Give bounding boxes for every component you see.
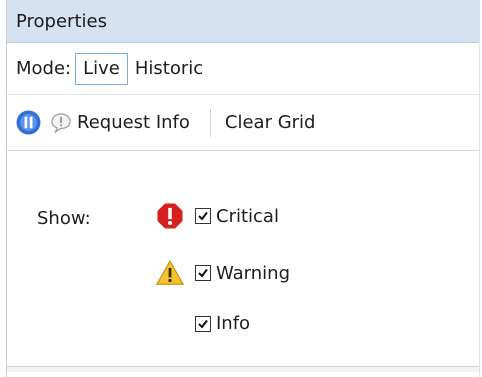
mode-label: Mode:	[16, 58, 72, 79]
clear-grid-button[interactable]: Clear Grid	[225, 112, 316, 133]
warning-checkbox[interactable]	[195, 265, 211, 281]
panel-title: Properties	[16, 10, 107, 32]
critical-label: Critical	[216, 205, 279, 227]
filter-critical-row: Critical	[155, 201, 279, 231]
error-icon	[157, 203, 183, 229]
toolbar: Request Info Clear Grid	[7, 95, 479, 151]
checkmark-icon	[198, 211, 208, 221]
panel-bottom-border	[7, 366, 479, 372]
critical-checkbox[interactable]	[195, 208, 211, 224]
request-info-icon	[51, 112, 71, 134]
filter-area: Show: Critical Warning Info	[7, 151, 479, 372]
mode-live-button[interactable]: Live	[75, 52, 128, 85]
info-checkbox[interactable]	[195, 315, 211, 332]
pause-icon[interactable]	[16, 110, 41, 135]
show-label: Show:	[37, 208, 91, 229]
mode-selector: Mode: Live Historic	[7, 43, 479, 95]
checkmark-icon	[198, 319, 208, 329]
panel-title-bar: Properties	[7, 0, 479, 43]
mode-historic-button[interactable]: Historic	[128, 54, 210, 84]
toolbar-separator	[209, 108, 211, 137]
filter-info-row: Info	[195, 313, 250, 334]
request-info-button[interactable]: Request Info	[77, 112, 190, 133]
properties-panel: Properties Mode: Live Historic Request I…	[6, 0, 480, 377]
warning-icon	[155, 259, 185, 285]
info-label: Info	[216, 313, 251, 334]
filter-warning-row: Warning	[155, 258, 290, 288]
warning-label: Warning	[216, 262, 291, 284]
checkmark-icon	[198, 268, 208, 278]
